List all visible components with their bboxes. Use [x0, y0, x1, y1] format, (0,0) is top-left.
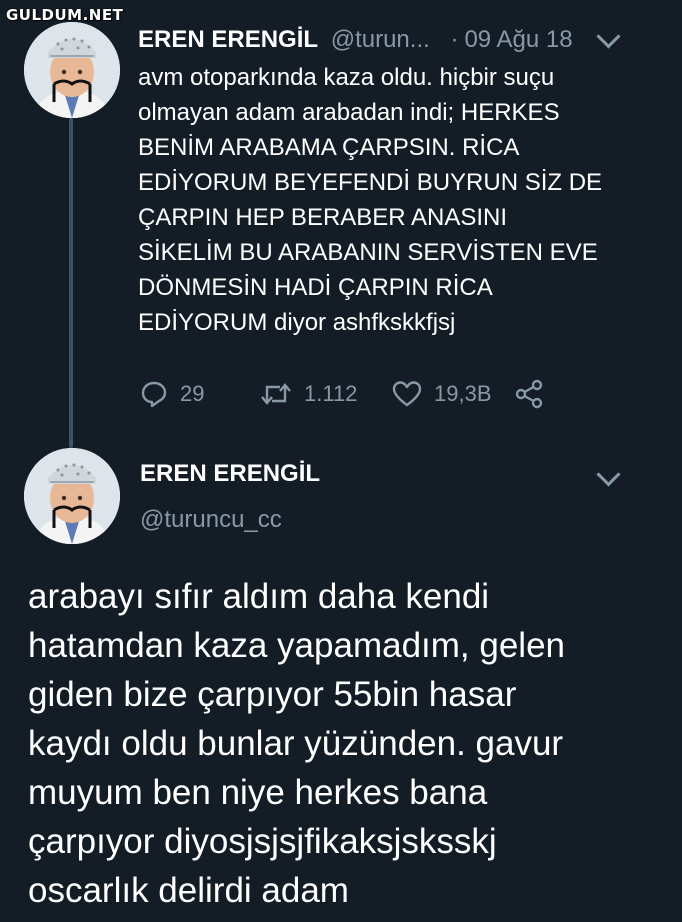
share-button[interactable] — [514, 376, 544, 412]
author-name[interactable]: EREN ERENGİL — [140, 460, 320, 488]
avatar-image — [24, 22, 120, 118]
author-handle[interactable]: @turun... — [331, 26, 430, 53]
site-watermark: GULDUM.NET — [6, 6, 124, 24]
avatar-image — [24, 448, 120, 544]
thread-connector-line — [69, 118, 73, 448]
main-tweet-text: arabayı sıfır aldım daha kendi hatamdan … — [28, 577, 565, 910]
reply-count: 29 — [180, 381, 205, 406]
retweet-icon — [261, 383, 291, 405]
author-handle[interactable]: @turuncu_cc — [140, 506, 282, 534]
tweet-date[interactable]: 09 Ağu 18 — [464, 26, 572, 53]
share-icon — [515, 379, 543, 409]
like-count: 19,3B — [434, 381, 492, 406]
retweet-button[interactable]: 1.112 — [260, 376, 357, 412]
retweet-count: 1.112 — [304, 381, 358, 406]
chevron-down-icon[interactable] — [596, 462, 621, 487]
author-name[interactable]: EREN ERENGİL — [138, 26, 318, 53]
reply-tweet-header: EREN ERENGİL @turun... · 09 Ağu 18 — [138, 24, 573, 56]
avatar[interactable] — [24, 22, 120, 118]
reply-icon — [141, 381, 167, 408]
chevron-down-icon[interactable] — [596, 24, 621, 49]
avatar[interactable] — [24, 448, 120, 544]
header-separator: · — [450, 26, 459, 53]
like-icon — [392, 381, 422, 407]
like-button[interactable]: 19,3B — [392, 376, 492, 412]
reply-tweet-text: avm otoparkında kaza oldu. hiçbir suçu o… — [138, 64, 603, 336]
reply-button[interactable]: 29 — [140, 376, 204, 412]
